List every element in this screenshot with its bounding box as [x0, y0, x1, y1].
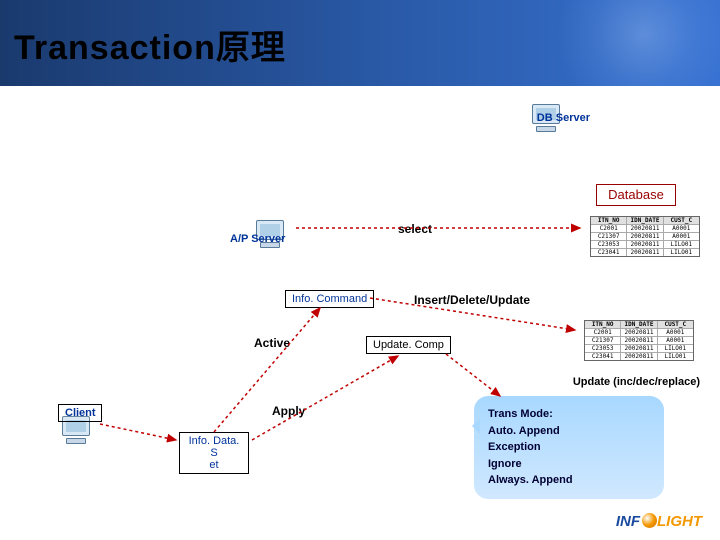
info-command-box: Info. Command [285, 290, 374, 308]
trans-mode-item: Always. Append [488, 472, 650, 489]
update-modes-label: Update (inc/dec/replace) [573, 376, 700, 388]
trans-mode-item: Ignore [488, 456, 650, 473]
trans-mode-item: Auto. Append [488, 423, 650, 440]
update-comp-box: Update. Comp [366, 336, 451, 354]
active-label: Active [254, 336, 290, 350]
apply-label: Apply [272, 404, 305, 418]
page-title: Transaction原理 [14, 20, 286, 69]
client-label: Client [58, 404, 102, 422]
idu-label: Insert/Delete/Update [414, 293, 530, 307]
header-decoration [530, 0, 720, 86]
brand-logo: INF LIGHT [616, 513, 702, 530]
trans-mode-item: Exception [488, 439, 650, 456]
info-dataset-line2: et [209, 459, 218, 471]
database-label: Database [596, 184, 676, 206]
select-label: select [398, 222, 432, 236]
info-dataset-line1: Info. Data. S [189, 435, 240, 459]
logo-part1: INF [616, 513, 640, 530]
trans-mode-heading: Trans Mode: [488, 406, 650, 423]
logo-part2: LIGHT [657, 513, 702, 530]
db-table-bottom: ITN_NOIDN_DATECUST_CC200120020811A0001C2… [584, 320, 694, 361]
db-table-top: ITN_NOIDN_DATECUST_CC200120020811A0001C2… [590, 216, 700, 257]
ap-server-label: A/P Server [230, 233, 285, 245]
trans-mode-bubble: Trans Mode: Auto. Append Exception Ignor… [474, 396, 664, 499]
info-dataset-box: Info. Data. S et [179, 432, 249, 474]
logo-ball-icon [642, 513, 657, 528]
db-server-label: DB Server [537, 112, 590, 124]
